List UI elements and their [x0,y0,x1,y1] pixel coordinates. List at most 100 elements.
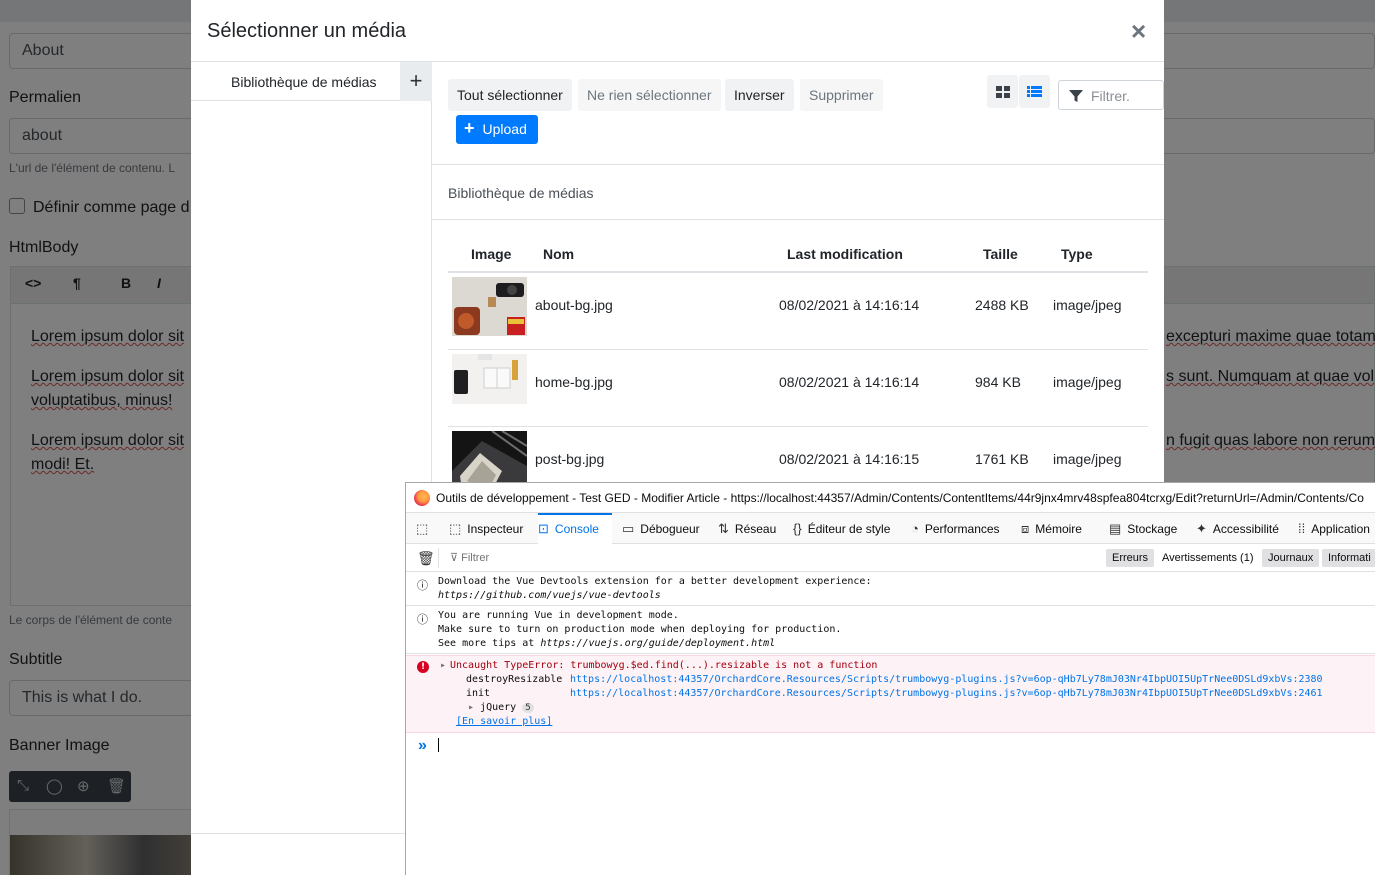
plus-icon: + [464,118,475,138]
tab-accessibility[interactable]: ✦ Accessibilité [1196,513,1279,544]
level-errors-button[interactable]: Erreurs [1106,549,1155,567]
media-type: image/jpeg [1053,297,1122,313]
console-message-info: ⓘ You are running Vue in development mod… [406,606,1375,654]
application-icon: ⁞⁞ [1298,521,1306,536]
table-row-divider [448,426,1148,427]
message-link[interactable]: https://github.com/vuejs/vue-devtools [438,590,661,601]
message-text: See more tips at https://vuejs.org/guide… [438,638,775,649]
console-message-error: ! ▸ Uncaught TypeError: trumbowyg.$ed.fi… [406,655,1375,733]
console-filter-input[interactable]: ⊽ Filtrer [450,551,489,564]
media-modified: 08/02/2021 à 14:16:14 [779,374,920,390]
table-row-divider [448,349,1148,350]
breadcrumb[interactable]: Bibliothèque de médias [448,185,594,201]
tab-application[interactable]: ⁞⁞ Application [1298,513,1370,544]
tree-item-media-library[interactable]: Bibliothèque de médias + [191,62,432,101]
tab-storage[interactable]: ▤ Stockage [1109,513,1177,544]
media-modified: 08/02/2021 à 14:16:14 [779,297,920,313]
message-link[interactable]: https://vuejs.org/guide/deployment.html [540,638,775,649]
network-icon: ⇅ [718,521,729,536]
close-button[interactable]: × [1131,16,1146,47]
message-text-prefix: See more tips at [438,638,541,649]
stack-function: destroyResizable [466,674,563,685]
divider [191,833,432,834]
expand-arrow-icon[interactable]: ▸ [440,660,446,671]
devtools-title: Outils de développement - Test GED - Mod… [436,491,1364,505]
element-picker-button[interactable]: ⬚ [416,513,434,544]
message-text: You are running Vue in development mode. [438,610,679,621]
filter-placeholder: Filtrer [461,552,490,564]
tab-network[interactable]: ⇅ Réseau [718,513,776,544]
devtools-tabs: ⬚ ⬚ Inspecteur ⊡ Console ▭ Débogueur ⇅ Résea… [406,513,1375,544]
error-title[interactable]: Uncaught TypeError: trumbowyg.$ed.find(.… [450,660,877,671]
tab-memory[interactable]: ⧈ Mémoire [1021,513,1082,544]
media-library-tree: Bibliothèque de médias + [191,62,432,834]
picker-icon: ⬚ [416,521,429,536]
divider [432,219,1164,220]
filter-icon [1069,90,1083,102]
media-name[interactable]: home-bg.jpg [535,374,613,390]
column-header-size[interactable]: Taille [983,246,1018,262]
tab-inspector[interactable]: ⬚ Inspecteur [449,513,523,544]
grid-icon [996,86,1010,98]
select-none-button[interactable]: Ne rien sélectionner [578,79,721,111]
level-info-button[interactable]: Informati [1322,549,1375,567]
list-view-button[interactable] [1019,75,1050,108]
media-size: 1761 KB [975,451,1029,467]
upload-button[interactable]: + Upload [456,115,538,144]
add-folder-button[interactable]: + [400,62,432,101]
tab-label: Inspecteur [467,522,524,536]
filter-placeholder: Filtrer. [1091,88,1130,104]
devtools-title-bar[interactable]: Outils de développement - Test GED - Mod… [406,483,1375,513]
invert-button[interactable]: Inverser [725,79,794,111]
media-name[interactable]: about-bg.jpg [535,297,613,313]
tab-label: Mémoire [1035,522,1082,536]
stack-group-label: jQuery [480,702,517,713]
message-text: Download the Vue Devtools extension for … [438,576,872,587]
console-message-info: ⓘ Download the Vue Devtools extension fo… [406,572,1375,606]
filter-input[interactable]: Filtrer. [1058,80,1164,110]
tab-label: Éditeur de style [807,522,891,536]
stack-url[interactable]: https://localhost:44357/OrchardCore.Reso… [570,688,1323,699]
media-type: image/jpeg [1053,451,1122,467]
storage-icon: ▤ [1109,521,1122,536]
stack-url[interactable]: https://localhost:44357/OrchardCore.Reso… [570,674,1323,685]
grid-view-button[interactable] [987,75,1018,108]
media-size: 984 KB [975,374,1021,390]
tab-performance[interactable]: ◔ Performances [911,513,1000,544]
learn-more-link[interactable]: [En savoir plus] [456,716,552,727]
tab-label: Accessibilité [1212,522,1279,536]
divider [432,164,1164,165]
column-header-modified[interactable]: Last modification [787,246,903,262]
divider [438,548,439,568]
style-editor-icon: {} [793,521,802,536]
console-icon: ⊡ [538,521,549,536]
inspector-icon: ⬚ [449,521,462,536]
tab-label: Application [1311,522,1370,536]
tab-label: Performances [924,522,1000,536]
info-icon: ⓘ [417,579,428,592]
level-logs-button[interactable]: Journaux [1262,549,1320,567]
console-filter-bar: 🗑 ⊽ Filtrer Erreurs Avertissements (1) J… [406,544,1375,572]
column-header-type[interactable]: Type [1061,246,1093,262]
media-thumbnail[interactable] [452,277,527,336]
stack-group-jquery[interactable]: ▸ jQuery 5 [468,702,534,713]
tab-style-editor[interactable]: {} Éditeur de style [793,513,890,544]
info-icon: ⓘ [417,613,428,626]
console-input[interactable] [438,738,439,752]
level-warnings-button[interactable]: Avertissements (1) [1156,549,1260,567]
select-all-button[interactable]: Tout sélectionner [448,79,572,111]
delete-button[interactable]: Supprimer [800,79,883,111]
media-size: 2488 KB [975,297,1029,313]
clear-console-icon[interactable]: 🗑 [417,550,435,567]
modal-title: Sélectionner un média [207,20,407,42]
firefox-logo-icon [414,490,430,506]
tab-debugger[interactable]: ▭ Débogueur [622,513,700,544]
media-name[interactable]: post-bg.jpg [535,451,604,467]
tab-label: Stockage [1127,522,1178,536]
tab-console[interactable]: ⊡ Console [538,513,612,544]
message-text: Make sure to turn on production mode whe… [438,624,842,635]
media-modified: 08/02/2021 à 14:16:15 [779,451,920,467]
media-thumbnail[interactable] [452,354,527,404]
column-header-name[interactable]: Nom [543,246,574,262]
column-header-image[interactable]: Image [471,246,511,262]
